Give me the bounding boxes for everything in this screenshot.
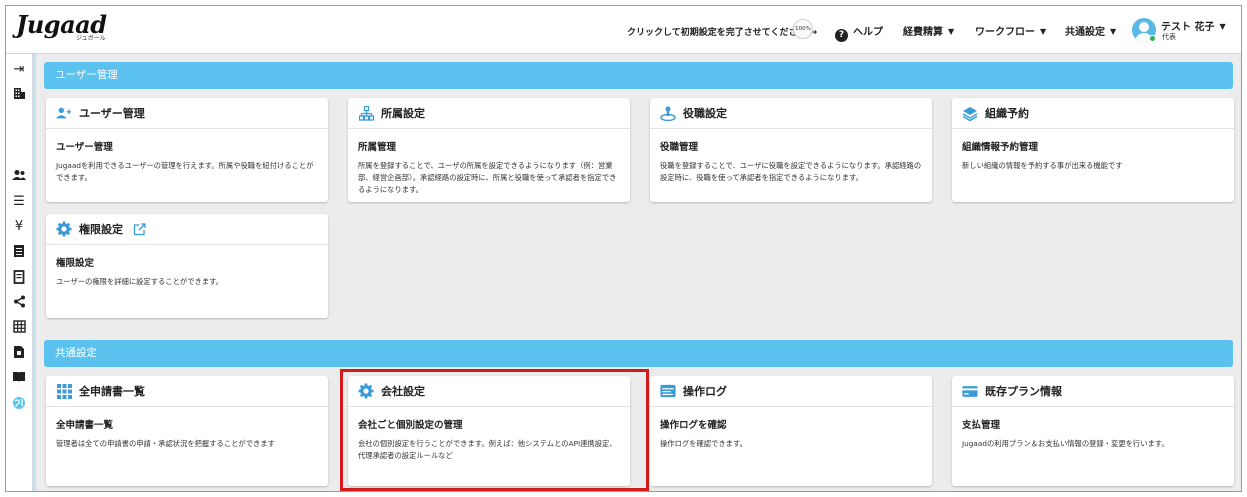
card-title: 全申請書一覧 — [79, 385, 145, 398]
card-header: 会社設定 — [348, 376, 630, 407]
card-title: 所属設定 — [381, 107, 425, 120]
online-status-dot — [1149, 35, 1156, 42]
card-description: ユーザーの権限を詳細に設定することができます。 — [56, 277, 223, 286]
user-role: 代表 — [1162, 33, 1176, 41]
grid-dots-icon — [56, 383, 72, 399]
card-title: 組織予約 — [985, 107, 1029, 120]
book-icon[interactable] — [10, 371, 28, 387]
card-link-department-management[interactable]: 所属管理 — [358, 139, 620, 153]
card-title: 役職設定 — [683, 107, 727, 120]
card-user-management[interactable]: ユーザー管理 ユーザー管理 Jugaadを利用できるユーザーの管理を行えます。所… — [46, 98, 328, 202]
collapse-menu-icon[interactable]: ⇥ — [10, 62, 28, 78]
help-icon: ? — [835, 29, 848, 42]
card-header: 組織予約 — [952, 98, 1234, 129]
sidebar: ⇥ ☰ ¥ — [6, 54, 33, 491]
nav-common-settings-label: 共通設定 — [1065, 27, 1105, 38]
yen-icon[interactable]: ¥ — [10, 219, 28, 235]
card-link-all-applications[interactable]: 全申請書一覧 — [56, 417, 318, 431]
card-plan-info[interactable]: 既存プラン情報 支払管理 Jugaadの利用プラン＆お支払い情報の登録・変更を行… — [952, 376, 1234, 486]
position-icon — [660, 105, 676, 121]
card-header: 権限設定 — [46, 214, 328, 245]
file-icon[interactable] — [10, 345, 28, 361]
section-header-user-management: ユーザー管理 — [44, 62, 1233, 89]
avatar-head-shape — [1139, 22, 1149, 32]
nav-workflow-menu[interactable]: ワークフロー ▼ — [975, 23, 1046, 38]
nav-expense-menu[interactable]: 経費精算 ▼ — [903, 23, 954, 38]
external-link-icon[interactable] — [131, 221, 147, 237]
globe-icon[interactable] — [10, 396, 28, 412]
card-header: 全申請書一覧 — [46, 376, 328, 407]
share-icon[interactable] — [10, 295, 28, 311]
help-link[interactable]: ? ヘルプ — [835, 23, 883, 42]
card-header: 既存プラン情報 — [952, 376, 1234, 407]
card-title: 権限設定 — [79, 223, 123, 236]
logo-subtitle: ジュガール — [76, 35, 106, 42]
section-header-common-settings: 共通設定 — [44, 340, 1233, 367]
grid-icon[interactable] — [10, 320, 28, 336]
building-icon[interactable] — [10, 87, 28, 103]
card-description: Jugaadの利用プラン＆お支払い情報の登録・変更を行います。 — [962, 439, 1169, 448]
card-description: 新しい組織の情報を予約する事が出来る機能です — [962, 161, 1123, 170]
caret-down-icon: ▼ — [1110, 27, 1117, 36]
card-link-operation-log[interactable]: 操作ログを確認 — [660, 417, 922, 431]
setup-progress-indicator[interactable]: 100% — [793, 19, 813, 39]
help-label: ヘルプ — [853, 27, 883, 38]
log-icon — [660, 383, 676, 399]
card-company-settings[interactable]: 会社設定 会社ごと個別設定の管理 会社の個別設定を行うことができます。例えば：他… — [348, 376, 630, 486]
app-window: Jugaad ジュガール クリックして初期設定を完了させてください → 100%… — [5, 5, 1242, 492]
gear-icon — [56, 221, 72, 237]
card-description: 操作ログを確認できます。 — [660, 439, 747, 448]
nav-workflow-label: ワークフロー — [975, 27, 1035, 38]
card-operation-log[interactable]: 操作ログ 操作ログを確認 操作ログを確認できます。 — [650, 376, 932, 486]
caret-down-icon: ▼ — [1040, 27, 1047, 36]
card-permission-settings[interactable]: 権限設定 権限設定 ユーザーの権限を詳細に設定することができます。 — [46, 214, 328, 318]
card-link-organization-reservation[interactable]: 組織情報予約管理 — [962, 139, 1224, 153]
top-header: Jugaad ジュガール クリックして初期設定を完了させてください → 100%… — [6, 6, 1241, 54]
caret-down-icon: ▼ — [1219, 22, 1226, 31]
card-description: 所属を登録することで、ユーザの所属を設定できるようになります（例：営業部、経営企… — [358, 161, 617, 194]
nav-expense-label: 経費精算 — [903, 27, 943, 38]
card-organization-reservation[interactable]: 組織予約 組織情報予約管理 新しい組織の情報を予約する事が出来る機能です — [952, 98, 1234, 202]
card-department-settings[interactable]: 所属設定 所属管理 所属を登録することで、ユーザの所属を設定できるようになります… — [348, 98, 630, 202]
card-link-permission-settings[interactable]: 権限設定 — [56, 255, 318, 269]
card-header: ユーザー管理 — [46, 98, 328, 129]
card-title: 会社設定 — [381, 385, 425, 398]
list-icon[interactable]: ☰ — [10, 194, 28, 210]
card-link-company-settings[interactable]: 会社ごと個別設定の管理 — [358, 417, 620, 431]
card-header: 操作ログ — [650, 376, 932, 407]
card-header: 役職設定 — [650, 98, 932, 129]
card-title: 既存プラン情報 — [985, 385, 1062, 398]
card-description: 会社の個別設定を行うことができます。例えば：他システムとのAPI連携設定、代理承… — [358, 439, 617, 460]
nav-common-settings-menu[interactable]: 共通設定 ▼ — [1065, 23, 1116, 38]
credit-card-icon — [962, 383, 978, 399]
gear-icon — [358, 383, 374, 399]
card-all-applications[interactable]: 全申請書一覧 全申請書一覧 管理者は全ての申請書の申請・承認状況を把握することが… — [46, 376, 328, 486]
card-title: ユーザー管理 — [79, 107, 145, 120]
card-title: 操作ログ — [683, 385, 727, 398]
card-position-settings[interactable]: 役職設定 役職管理 役職を登録することで、ユーザに役職を設定できるようになります… — [650, 98, 932, 202]
card-link-payment-management[interactable]: 支払管理 — [962, 417, 1224, 431]
card-description: 役職を登録することで、ユーザに役職を設定できるようになります。承認経路の設定時に… — [660, 161, 922, 182]
card-description: Jugaadを利用できるユーザーの管理を行えます。所属や役職を紐付けることができ… — [56, 161, 314, 182]
document-icon[interactable] — [10, 244, 28, 260]
org-chart-icon — [358, 105, 374, 121]
user-menu[interactable]: テスト 花子 ▼ — [1161, 18, 1226, 33]
setup-prompt[interactable]: クリックして初期設定を完了させてください → — [627, 25, 817, 38]
caret-down-icon: ▼ — [948, 27, 955, 36]
card-link-user-management[interactable]: ユーザー管理 — [56, 139, 318, 153]
card-header: 所属設定 — [348, 98, 630, 129]
card-link-position-management[interactable]: 役職管理 — [660, 139, 922, 153]
sidebar-accent-line — [33, 54, 36, 491]
users-icon[interactable] — [10, 169, 28, 185]
receipt-icon[interactable] — [10, 270, 28, 286]
card-description: 管理者は全ての申請書の申請・承認状況を把握することができます — [56, 439, 275, 448]
layers-icon — [962, 105, 978, 121]
user-add-icon — [56, 105, 72, 121]
